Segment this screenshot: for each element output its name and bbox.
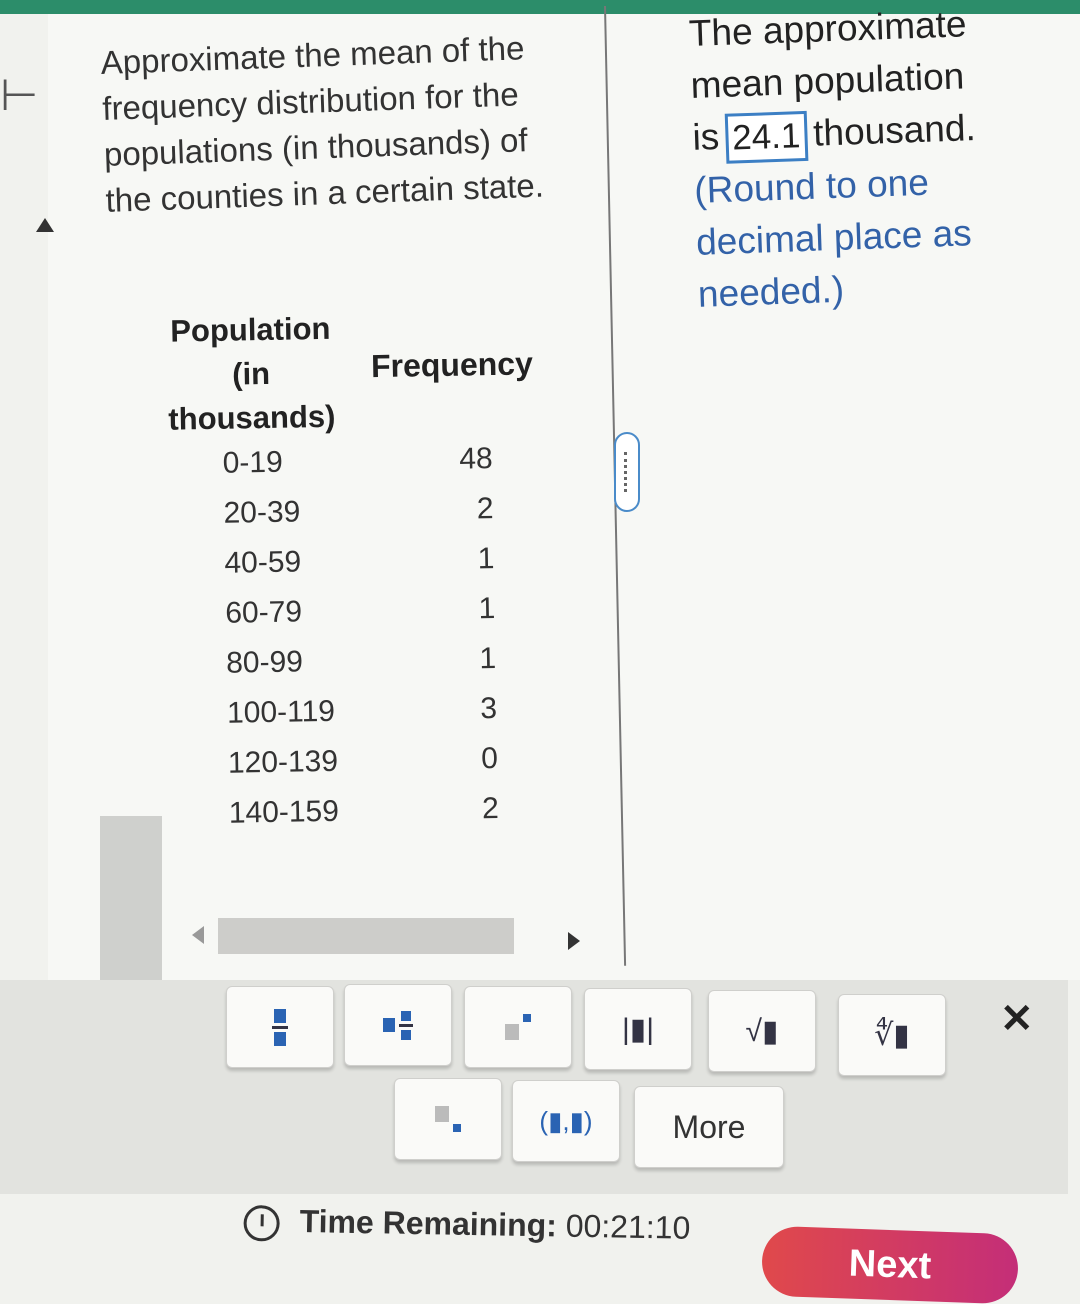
population-cell: 100-119 bbox=[226, 694, 336, 730]
clock-icon bbox=[243, 1204, 280, 1242]
interval-button[interactable]: (▮,▮) bbox=[512, 1080, 620, 1162]
population-cell: 80-99 bbox=[225, 645, 304, 680]
nth-root-button[interactable]: ∜▮ bbox=[838, 994, 946, 1076]
table-row: 80-99 1 bbox=[156, 641, 557, 698]
absolute-value-button[interactable]: |▮| bbox=[584, 988, 692, 1070]
table-row: 20-39 2 bbox=[153, 491, 554, 548]
timer-value: 00:21:10 bbox=[565, 1207, 691, 1246]
pane-resize-handle[interactable] bbox=[614, 432, 640, 512]
interval-icon: (▮,▮) bbox=[539, 1105, 593, 1136]
table-row: 120-139 0 bbox=[158, 741, 559, 798]
population-cell: 60-79 bbox=[225, 595, 303, 630]
answer-suffix: thousand. bbox=[812, 107, 977, 154]
table-row: 140-159 2 bbox=[159, 791, 560, 848]
table-row: 40-59 1 bbox=[154, 541, 555, 598]
mixed-number-icon bbox=[383, 1010, 413, 1040]
grip-icon bbox=[623, 452, 631, 492]
nth-root-icon: ∜▮ bbox=[874, 1018, 910, 1052]
table-row: 100-119 3 bbox=[157, 691, 558, 748]
frequency-cell: 2 bbox=[481, 791, 500, 826]
next-button[interactable]: Next bbox=[760, 1225, 1020, 1304]
population-cell: 120-139 bbox=[227, 744, 339, 780]
more-label: More bbox=[672, 1108, 746, 1145]
absolute-value-icon: |▮| bbox=[621, 1012, 655, 1046]
frequency-cell: 1 bbox=[478, 592, 496, 626]
population-cell: 40-59 bbox=[224, 545, 302, 580]
population-cell: 20-39 bbox=[223, 495, 301, 530]
scroll-up-arrow-icon[interactable] bbox=[36, 218, 54, 232]
timer: Time Remaining: 00:21:10 bbox=[243, 1202, 691, 1248]
mixed-number-button[interactable] bbox=[344, 984, 452, 1066]
exponent-icon bbox=[505, 1014, 531, 1040]
scroll-left-arrow-icon[interactable] bbox=[192, 926, 204, 944]
table-row: 0-19 48 bbox=[152, 441, 553, 498]
population-column-header: Population (in thousands) bbox=[168, 310, 336, 437]
frequency-cell: 3 bbox=[480, 692, 498, 726]
horizontal-scrollbar[interactable] bbox=[218, 918, 514, 954]
next-label: Next bbox=[848, 1242, 932, 1287]
population-cell: 140-159 bbox=[228, 794, 340, 830]
square-root-icon: √▮ bbox=[745, 1014, 779, 1048]
frequency-cell: 0 bbox=[480, 741, 499, 776]
more-button[interactable]: More bbox=[634, 1086, 784, 1168]
frequency-cell: 48 bbox=[458, 442, 493, 476]
timer-label: Time Remaining: bbox=[299, 1202, 558, 1244]
square-root-button[interactable]: √▮ bbox=[708, 990, 816, 1072]
subscript-icon bbox=[435, 1106, 461, 1132]
answer-area: The approximate mean population is 24.1 th… bbox=[688, 0, 1079, 321]
frequency-cell: 2 bbox=[476, 492, 494, 526]
frequency-column-header: Frequency bbox=[370, 345, 534, 385]
frequency-cell: 1 bbox=[477, 542, 495, 576]
fraction-icon bbox=[272, 1008, 288, 1046]
question-text: Approximate the mean of the frequency di… bbox=[100, 29, 545, 219]
close-icon[interactable]: ✕ bbox=[1000, 996, 1034, 1042]
subscript-button[interactable] bbox=[394, 1078, 502, 1160]
exponent-button[interactable] bbox=[464, 986, 572, 1068]
table-body: 0-19 48 20-39 2 40-59 1 60-79 1 80-99 1 100-1… bbox=[152, 441, 559, 848]
answer-input[interactable]: 24.1 bbox=[724, 111, 809, 164]
back-arrow-icon[interactable]: ⊢ bbox=[0, 70, 38, 121]
population-cell: 0-19 bbox=[222, 445, 284, 480]
answer-prefix: is bbox=[691, 116, 720, 158]
fraction-button[interactable] bbox=[226, 986, 334, 1068]
frequency-cell: 1 bbox=[479, 642, 497, 676]
scroll-right-arrow-icon[interactable] bbox=[568, 932, 580, 950]
table-row: 60-79 1 bbox=[155, 591, 556, 648]
